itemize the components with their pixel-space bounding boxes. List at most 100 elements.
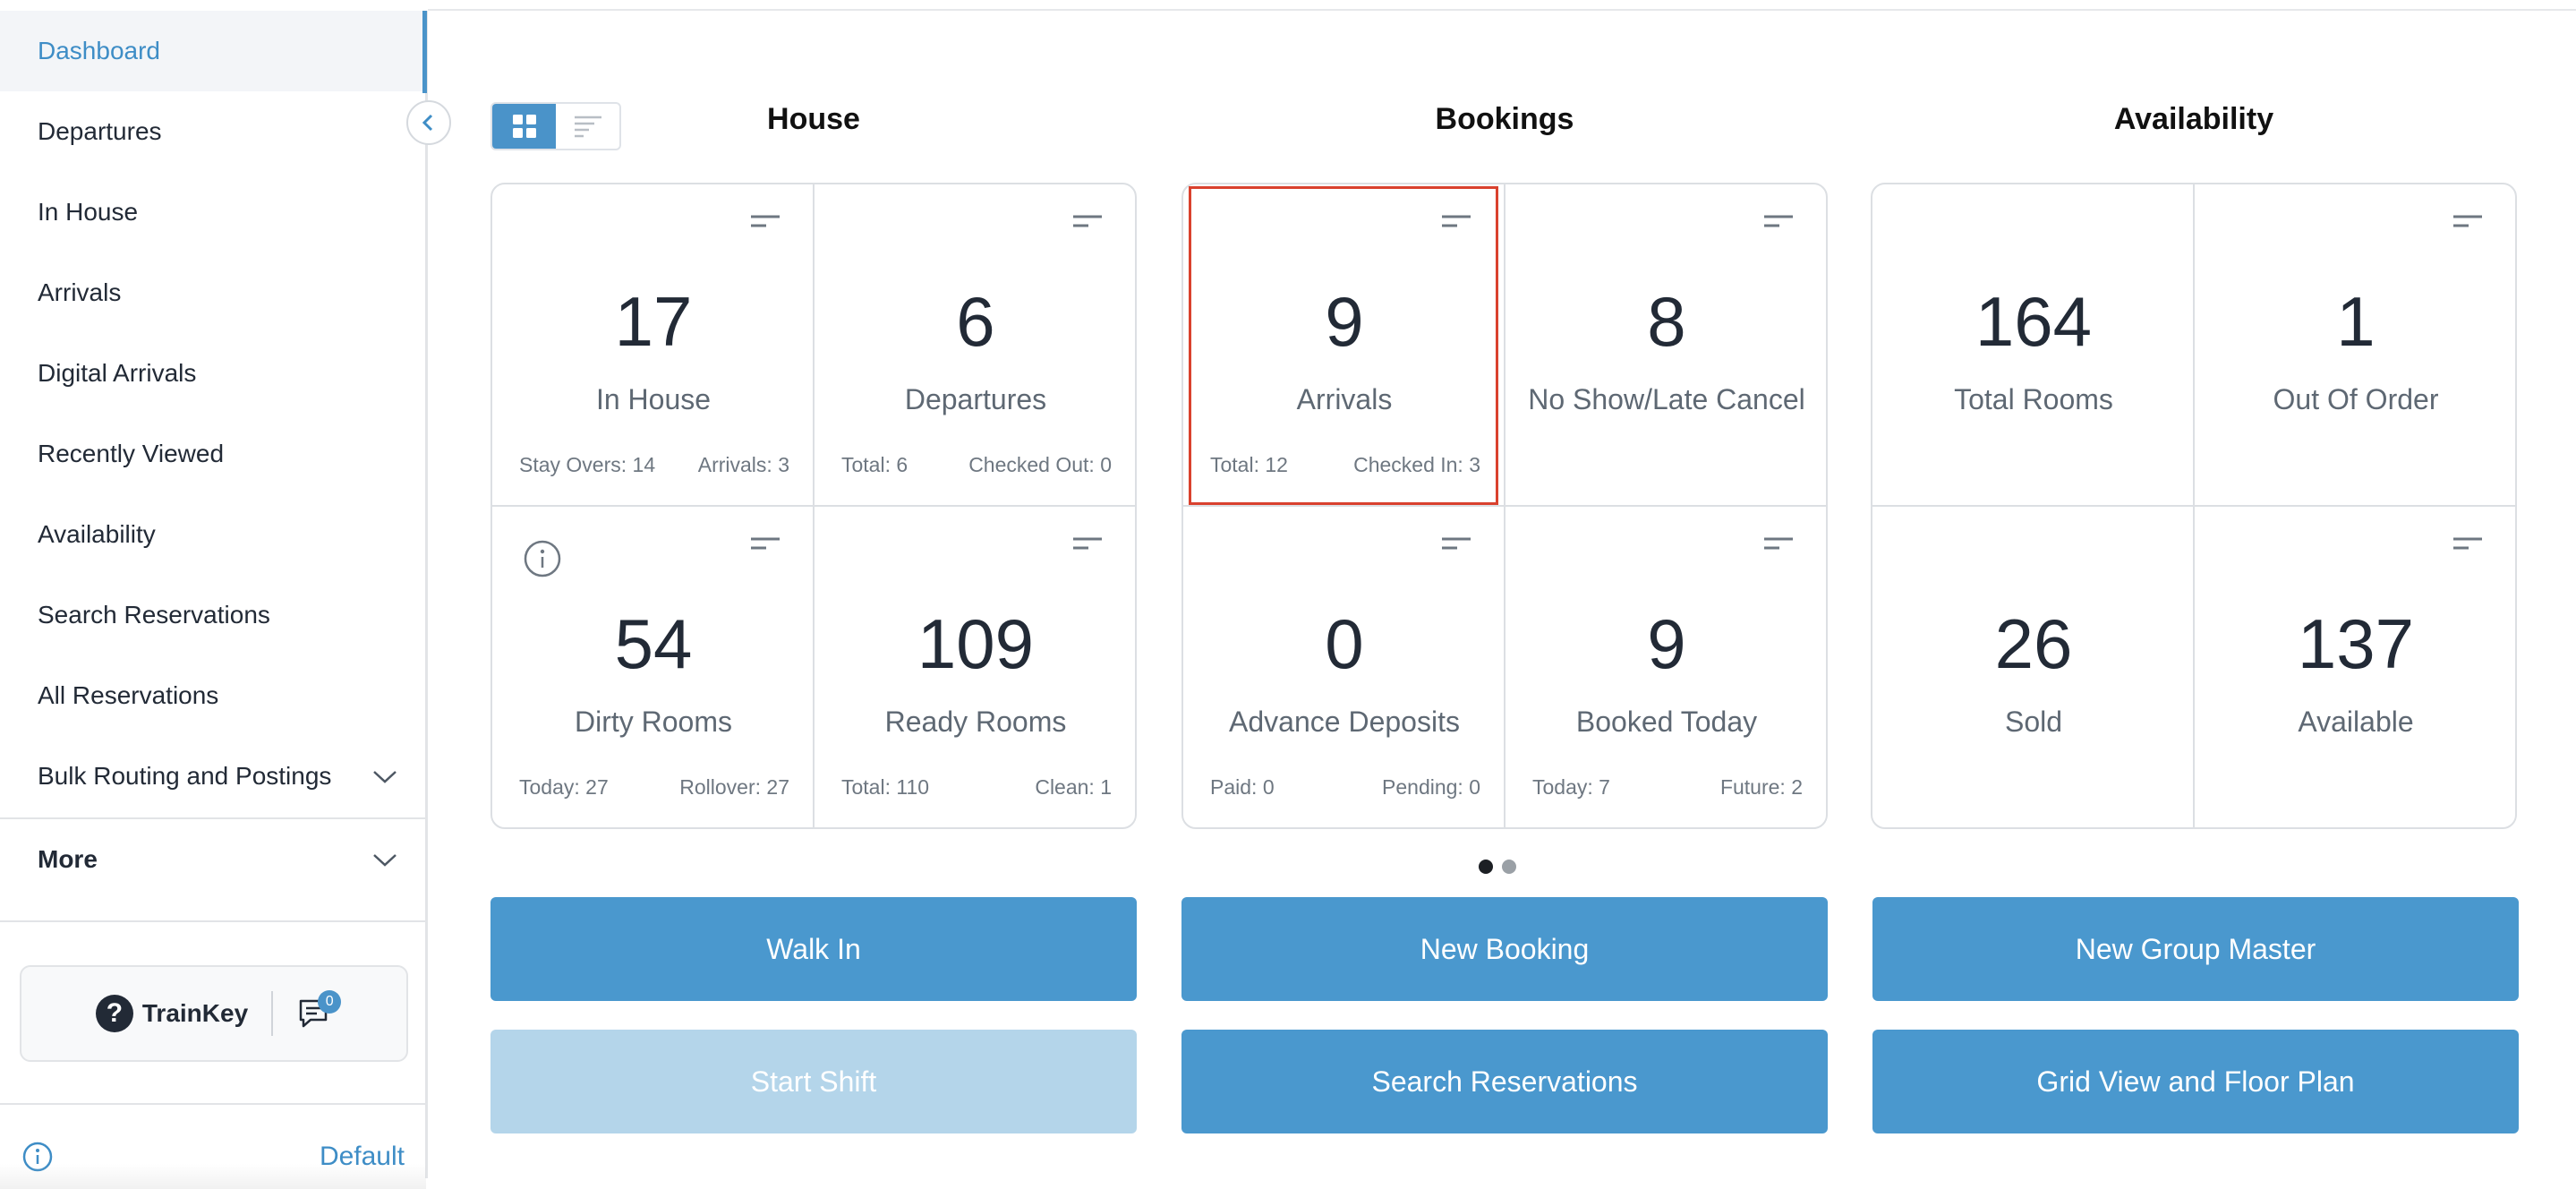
tile-label: Sold <box>2004 706 2063 738</box>
section-title-availability: Availability <box>2113 102 2274 136</box>
sidebar-item-in-house[interactable]: In House <box>0 172 423 252</box>
page-dot-active[interactable] <box>1479 860 1493 874</box>
tile-sub-right: Future: 2 <box>1719 775 1803 799</box>
sidebar-item-label: Departures <box>38 117 162 145</box>
trainkey-button[interactable]: ? TrainKey <box>95 995 248 1032</box>
tile-value: 1 <box>2336 282 2376 361</box>
sidebar-item-label: Arrivals <box>38 278 122 306</box>
collapse-sidebar-button[interactable] <box>406 100 451 145</box>
tile-sub-right: Clean: 1 <box>1035 775 1112 799</box>
tile-no-show-late-cancel[interactable]: 8 No Show/Late Cancel <box>1506 184 1826 507</box>
tile-sold[interactable]: 26 Sold <box>1872 507 2195 827</box>
trainkey-separator <box>271 991 274 1036</box>
sidebar-item-label: Search Reservations <box>38 601 270 629</box>
tile-available[interactable]: 137 Available <box>2195 507 2515 827</box>
sidebar: Dashboard Departures In House Arrivals D… <box>0 11 428 1189</box>
tile-arrivals[interactable]: 9 Arrivals Total: 12 Checked In: 3 <box>1183 184 1506 507</box>
sort-lines-icon[interactable] <box>2452 213 2483 235</box>
tile-value: 6 <box>956 282 995 361</box>
tile-value: 54 <box>614 604 693 683</box>
tile-label: Out Of Order <box>2273 383 2439 415</box>
tile-label: Available <box>2298 706 2414 738</box>
tile-label: Ready Rooms <box>884 706 1067 738</box>
sort-lines-icon[interactable] <box>1441 213 1471 235</box>
tile-label: Arrivals <box>1296 383 1393 415</box>
sidebar-item-label: Recently Viewed <box>38 440 225 467</box>
section-title-bookings: Bookings <box>1435 102 1574 136</box>
tile-sub-left: Today: 27 <box>519 775 609 799</box>
sidebar-item-dashboard[interactable]: Dashboard <box>0 11 423 91</box>
sidebar-item-bulk-routing[interactable]: Bulk Routing and Postings <box>0 736 423 817</box>
tile-sub-left: Total: 110 <box>841 775 930 799</box>
sort-lines-icon[interactable] <box>2452 535 2483 557</box>
walk-in-button[interactable]: Walk In <box>490 897 1137 1001</box>
tile-label: Booked Today <box>1575 706 1758 738</box>
tile-value: 9 <box>1325 282 1364 361</box>
sort-lines-icon[interactable] <box>1072 535 1103 557</box>
tile-ready-rooms[interactable]: 109 Ready Rooms Total: 110 Clean: 1 <box>815 507 1135 827</box>
tile-sub-right: Arrivals: 3 <box>697 453 789 476</box>
sidebar-shadow <box>0 1164 426 1189</box>
sort-lines-icon[interactable] <box>1441 535 1471 557</box>
tile-sub-left: Total: 6 <box>841 453 908 476</box>
sidebar-divider <box>0 920 426 922</box>
question-circle-icon: ? <box>95 995 133 1032</box>
chevron-down-icon <box>373 854 397 867</box>
tile-sub-right: Checked In: 3 <box>1353 453 1480 476</box>
sort-lines-icon[interactable] <box>1763 535 1794 557</box>
sidebar-item-digital-arrivals[interactable]: Digital Arrivals <box>0 333 423 414</box>
tile-departures[interactable]: 6 Departures Total: 6 Checked Out: 0 <box>815 184 1135 507</box>
tile-booked-today[interactable]: 9 Booked Today Today: 7 Future: 2 <box>1506 507 1826 827</box>
tile-sub-right: Rollover: 27 <box>679 775 789 799</box>
tile-sub-left: Paid: 0 <box>1210 775 1275 799</box>
sidebar-item-label: Availability <box>38 520 156 548</box>
tile-value: 137 <box>2297 604 2415 683</box>
sort-lines-icon[interactable] <box>750 213 780 235</box>
tile-total-rooms[interactable]: 164 Total Rooms <box>1872 184 2195 507</box>
tile-sub-left: Total: 12 <box>1210 453 1288 476</box>
new-group-master-button[interactable]: New Group Master <box>1872 897 2519 1001</box>
search-reservations-button[interactable]: Search Reservations <box>1181 1030 1828 1133</box>
chevron-left-icon <box>422 114 433 132</box>
trainkey-panel: ? TrainKey 0 <box>20 965 408 1062</box>
sidebar-item-label: In House <box>38 198 139 226</box>
sidebar-item-label: All Reservations <box>38 681 219 709</box>
sidebar-item-arrivals[interactable]: Arrivals <box>0 252 423 333</box>
sidebar-item-departures[interactable]: Departures <box>0 91 423 172</box>
start-shift-button[interactable]: Start Shift <box>490 1030 1137 1133</box>
sidebar-item-label: Bulk Routing and Postings <box>38 762 332 790</box>
messages-button[interactable]: 0 <box>296 990 342 1031</box>
sidebar-item-search-reservations[interactable]: Search Reservations <box>0 575 423 655</box>
sort-lines-icon[interactable] <box>1763 213 1794 235</box>
sidebar-item-label: Digital Arrivals <box>38 359 197 387</box>
sidebar-item-all-reservations[interactable]: All Reservations <box>0 655 423 736</box>
grid-view-floor-plan-button[interactable]: Grid View and Floor Plan <box>1872 1030 2519 1133</box>
tile-in-house[interactable]: 17 In House Stay Overs: 14 Arrivals: 3 <box>492 184 815 507</box>
tile-value: 109 <box>917 604 1035 683</box>
carousel-pagination <box>1479 860 1516 874</box>
page-dot[interactable] <box>1502 860 1516 874</box>
tile-value: 164 <box>1975 282 2093 361</box>
tile-label: Advance Deposits <box>1229 706 1460 738</box>
tile-value: 26 <box>1994 604 2073 683</box>
tile-value: 9 <box>1647 604 1686 683</box>
top-border <box>428 0 2576 11</box>
tile-value: 0 <box>1325 604 1364 683</box>
tile-dirty-rooms[interactable]: 54 Dirty Rooms Today: 27 Rollover: 27 <box>492 507 815 827</box>
sort-lines-icon[interactable] <box>1072 213 1103 235</box>
sidebar-divider <box>0 1103 426 1105</box>
sidebar-item-recently-viewed[interactable]: Recently Viewed <box>0 414 423 494</box>
tile-label: No Show/Late Cancel <box>1528 383 1805 415</box>
sort-lines-icon[interactable] <box>750 535 780 557</box>
tile-value: 8 <box>1647 282 1686 361</box>
house-panel: 17 In House Stay Overs: 14 Arrivals: 3 6… <box>490 183 1137 829</box>
new-booking-button[interactable]: New Booking <box>1181 897 1828 1001</box>
tile-label: Departures <box>904 383 1047 415</box>
tile-out-of-order[interactable]: 1 Out Of Order <box>2195 184 2515 507</box>
tile-advance-deposits[interactable]: 0 Advance Deposits Paid: 0 Pending: 0 <box>1183 507 1506 827</box>
sidebar-item-more[interactable]: More <box>0 819 423 900</box>
info-icon[interactable] <box>523 539 562 578</box>
tile-sub-left: Today: 7 <box>1532 775 1610 799</box>
sidebar-item-label: Dashboard <box>38 37 160 64</box>
sidebar-item-availability[interactable]: Availability <box>0 494 423 575</box>
